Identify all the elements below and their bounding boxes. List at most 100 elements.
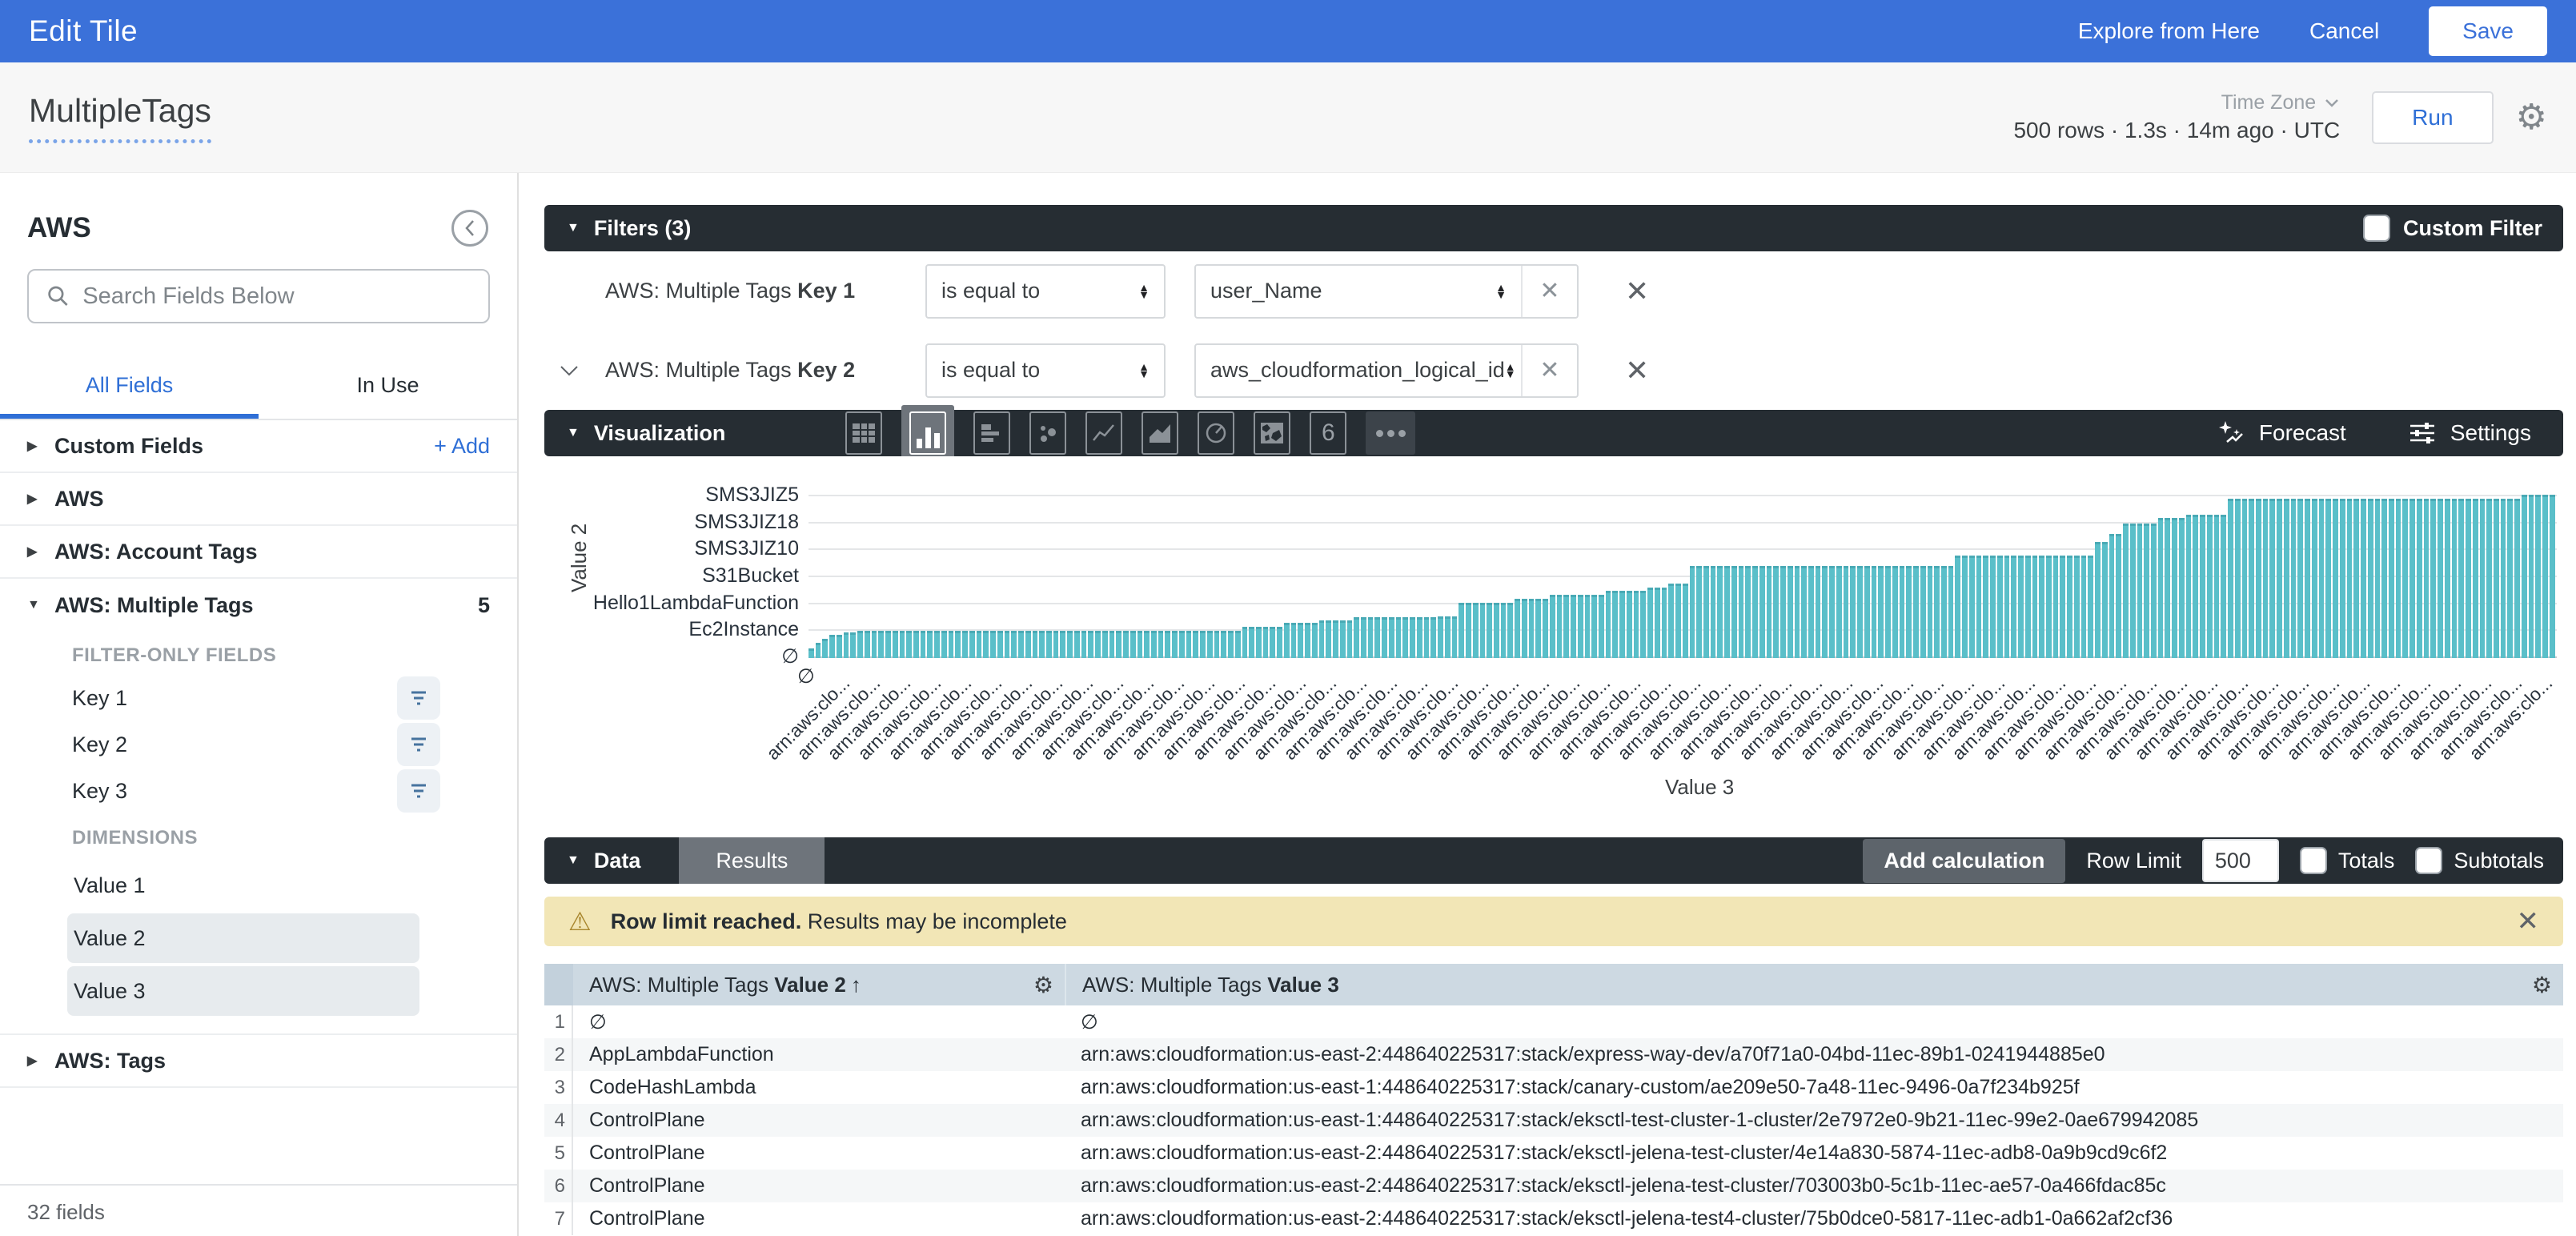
bar[interactable]: [2186, 515, 2192, 658]
filter-value-select[interactable]: aws_cloudformation_logical_id▲▼: [1196, 345, 1521, 396]
bar[interactable]: [2081, 556, 2087, 658]
bar[interactable]: [977, 631, 982, 658]
bar[interactable]: [1382, 617, 1387, 658]
bar[interactable]: [1578, 595, 1583, 658]
add-custom-field-button[interactable]: + Add: [434, 434, 490, 459]
bar[interactable]: [2486, 499, 2492, 658]
bar[interactable]: [2249, 499, 2254, 658]
bar[interactable]: [1340, 620, 1346, 658]
bar[interactable]: [2256, 499, 2261, 658]
bar[interactable]: [1473, 603, 1479, 658]
bar[interactable]: [1025, 631, 1031, 658]
bar[interactable]: [1494, 603, 1499, 658]
bar[interactable]: [844, 632, 849, 658]
bar[interactable]: [1850, 566, 1856, 658]
sidebar-section-aws[interactable]: ▶AWS: [0, 473, 517, 526]
bar[interactable]: [1005, 631, 1010, 658]
bar[interactable]: [941, 631, 947, 658]
bar[interactable]: [2445, 499, 2450, 658]
bar[interactable]: [1563, 595, 1569, 658]
bar[interactable]: [2228, 499, 2233, 658]
bar[interactable]: [1459, 603, 1464, 658]
time-zone-dropdown[interactable]: Time Zone: [2013, 91, 2340, 114]
bar[interactable]: [1892, 566, 1898, 658]
save-button[interactable]: Save: [2429, 6, 2547, 56]
bar[interactable]: [1417, 617, 1422, 658]
field-item-key-2[interactable]: Key 2: [0, 721, 517, 768]
bar[interactable]: [885, 631, 891, 658]
bar[interactable]: [1319, 620, 1325, 658]
field-item-value-2[interactable]: Value 2: [67, 913, 419, 963]
bar[interactable]: [1801, 566, 1807, 658]
collapse-filters-icon[interactable]: ▼: [567, 221, 580, 235]
bar[interactable]: [2074, 556, 2080, 658]
bar[interactable]: [2158, 518, 2164, 658]
bar[interactable]: [2221, 515, 2226, 658]
bar[interactable]: [2542, 495, 2548, 658]
bar[interactable]: [927, 631, 933, 658]
bar[interactable]: [1151, 631, 1157, 658]
bar[interactable]: [2452, 499, 2458, 658]
bar[interactable]: [2312, 499, 2317, 658]
bar[interactable]: [1207, 631, 1213, 658]
cell-value2[interactable]: ControlPlane: [573, 1207, 1065, 1230]
bar[interactable]: [2242, 499, 2248, 658]
filter-operator-select[interactable]: is equal to▲▼: [925, 264, 1166, 319]
bar[interactable]: [2039, 556, 2044, 658]
bar[interactable]: [921, 631, 926, 658]
bar[interactable]: [1396, 617, 1402, 658]
bar[interactable]: [1752, 566, 1758, 658]
bar[interactable]: [1627, 591, 1632, 658]
bar[interactable]: [962, 631, 968, 658]
bar[interactable]: [1585, 595, 1591, 658]
tab-results[interactable]: Results: [679, 837, 825, 884]
bar[interactable]: [2438, 499, 2443, 658]
bar[interactable]: [1060, 631, 1065, 658]
bar[interactable]: [809, 648, 814, 658]
forecast-button[interactable]: Forecast: [2217, 419, 2346, 447]
column-gear-icon[interactable]: ⚙: [2532, 972, 2552, 998]
bar[interactable]: [1046, 631, 1052, 658]
tile-title[interactable]: MultipleTags: [29, 92, 211, 143]
bar[interactable]: [1347, 620, 1353, 658]
bar[interactable]: [1571, 595, 1576, 658]
field-item-key-1[interactable]: Key 1: [0, 675, 517, 721]
chevron-down-icon[interactable]: [559, 364, 605, 377]
bar[interactable]: [2381, 499, 2387, 658]
bar[interactable]: [1249, 627, 1254, 658]
visualization-header-bar[interactable]: ▼ Visualization: [544, 410, 2563, 456]
bar[interactable]: [1270, 627, 1275, 658]
bar[interactable]: [1543, 599, 1548, 658]
bar[interactable]: [2165, 518, 2170, 658]
bar[interactable]: [2053, 556, 2059, 658]
bar[interactable]: [2319, 499, 2325, 658]
bar[interactable]: [1130, 631, 1136, 658]
bar[interactable]: [1402, 617, 1408, 658]
bar[interactable]: [1829, 566, 1835, 658]
bar[interactable]: [906, 631, 912, 658]
bar[interactable]: [990, 631, 996, 658]
more-viz-icon[interactable]: [1366, 411, 1415, 455]
sidebar-section-aws-tags[interactable]: ▶AWS: Tags: [0, 1035, 517, 1088]
bar[interactable]: [1675, 584, 1681, 658]
bar[interactable]: [1878, 566, 1884, 658]
bar[interactable]: [2361, 499, 2366, 658]
bar[interactable]: [1179, 631, 1185, 658]
bar[interactable]: [1557, 595, 1563, 658]
bar[interactable]: [1424, 617, 1430, 658]
bar[interactable]: [1808, 566, 1814, 658]
bar[interactable]: [2368, 499, 2373, 658]
bar[interactable]: [1906, 566, 1912, 658]
clear-filter-value-icon[interactable]: ✕: [1521, 266, 1577, 317]
cell-value3[interactable]: arn:aws:cloudformation:us-east-2:4486402…: [1065, 1043, 2563, 1066]
bar[interactable]: [969, 631, 975, 658]
bar[interactable]: [1717, 566, 1723, 658]
bar[interactable]: [2473, 499, 2478, 658]
cell-value2[interactable]: ControlPlane: [573, 1142, 1065, 1165]
bar[interactable]: [2277, 499, 2282, 658]
bar-chart[interactable]: Value 2 ∅Ec2InstanceHello1LambdaFunction…: [544, 456, 2563, 837]
bar[interactable]: [1445, 616, 1451, 658]
bar[interactable]: [1033, 631, 1038, 658]
bar[interactable]: [1228, 631, 1234, 658]
section-header[interactable]: ▼AWS: Multiple Tags5: [0, 579, 517, 632]
